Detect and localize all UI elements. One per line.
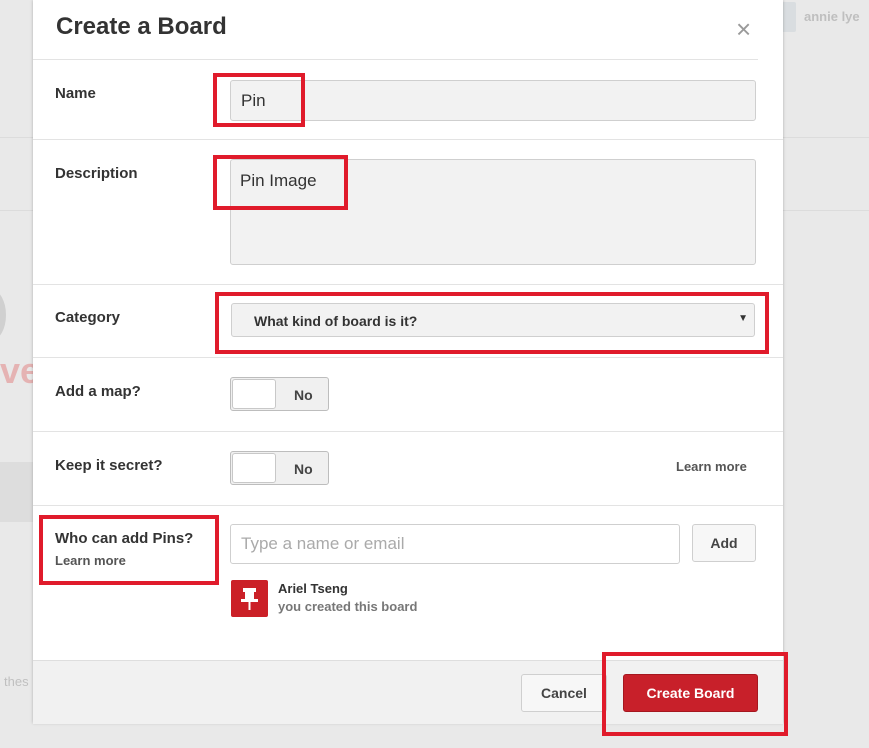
description-label: Description	[55, 165, 138, 182]
bg-thumbnail	[0, 462, 34, 522]
toggle-knob	[232, 453, 276, 483]
bg-word-fragment: thes	[4, 674, 29, 689]
name-input[interactable]	[230, 80, 756, 121]
create-board-button[interactable]: Create Board	[623, 674, 758, 712]
secret-label: Keep it secret?	[55, 457, 163, 474]
divider	[33, 505, 783, 506]
user-menu[interactable]: annie lye	[776, 0, 869, 34]
toggle-state: No	[294, 461, 313, 477]
user-name: annie lye	[804, 9, 860, 24]
divider	[33, 139, 783, 140]
create-board-dialog: Create a Board × Name Description Pin Im…	[33, 0, 783, 724]
secret-toggle[interactable]: No	[230, 451, 329, 485]
collaborators-learn-more-link[interactable]: Learn more	[55, 553, 126, 568]
secret-learn-more-link[interactable]: Learn more	[676, 459, 747, 474]
name-label: Name	[55, 85, 96, 102]
close-icon[interactable]: ×	[736, 15, 751, 43]
cancel-button[interactable]: Cancel	[521, 674, 607, 712]
map-label: Add a map?	[55, 383, 141, 400]
divider	[33, 431, 783, 432]
category-select[interactable]: What kind of board is it? ▼	[231, 303, 755, 337]
toggle-state: No	[294, 387, 313, 403]
map-toggle[interactable]: No	[230, 377, 329, 411]
owner-avatar	[231, 580, 268, 617]
divider	[33, 357, 783, 358]
category-label: Category	[55, 309, 121, 326]
pushpin-icon	[241, 588, 258, 610]
bg-logo-fragment	[0, 290, 6, 340]
owner-role: you created this board	[278, 599, 418, 614]
description-textarea[interactable]: Pin Image	[230, 159, 756, 265]
collaborators-label: Who can add Pins?	[55, 530, 194, 547]
collaborator-input[interactable]	[230, 524, 680, 564]
toggle-knob	[232, 379, 276, 409]
chevron-down-icon: ▼	[738, 313, 748, 324]
add-collaborator-button[interactable]: Add	[692, 524, 756, 562]
divider	[33, 284, 783, 285]
owner-name: Ariel Tseng	[278, 581, 348, 596]
dialog-footer: Cancel Create Board	[33, 660, 783, 724]
divider	[33, 59, 758, 60]
category-selected-value: What kind of board is it?	[254, 313, 418, 329]
dialog-title: Create a Board	[56, 13, 227, 40]
bg-text-fragment: ve	[0, 350, 34, 390]
